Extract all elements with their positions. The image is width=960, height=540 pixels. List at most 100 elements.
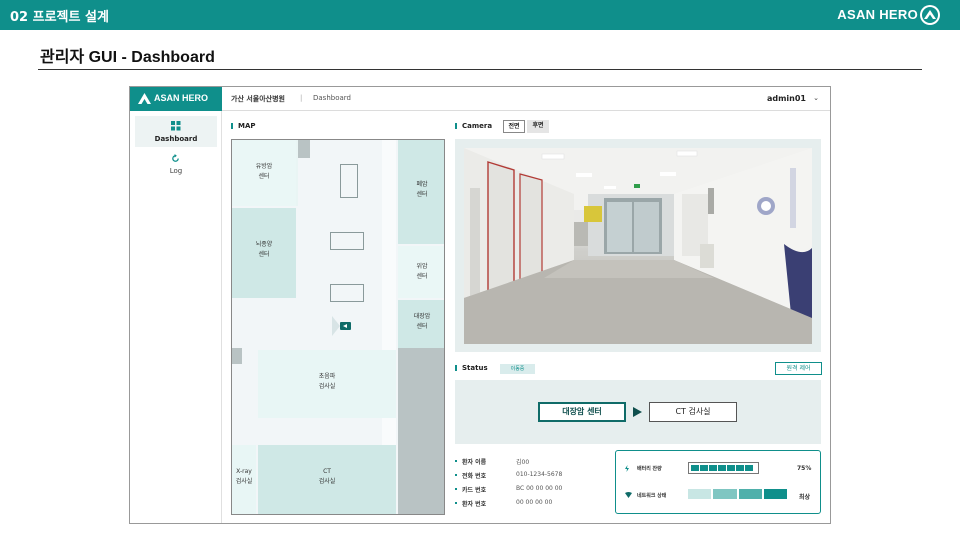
battery-label: 배터리 잔량 [637, 466, 662, 472]
room-breast-cancer[interactable]: 유방암 센터 [232, 140, 296, 206]
battery-fill [691, 465, 753, 471]
battery-segment [700, 465, 708, 471]
furniture-outline [330, 232, 364, 250]
info-key: 환자 번호 [462, 501, 487, 508]
breadcrumb-separator: | [300, 94, 303, 102]
battery-icon [625, 465, 629, 472]
network-icon [625, 492, 632, 498]
app-header: ASAN HERO 가산 서울아산병원 | Dashboard admin01 … [130, 87, 830, 111]
room-label: 검사실 [235, 478, 253, 485]
battery-segment [736, 465, 744, 471]
battery-segment [718, 465, 726, 471]
status-title-text: Status [462, 364, 488, 372]
sidebar-item-label: Dashboard [154, 135, 198, 143]
info-key: 카드 번호 [462, 487, 487, 494]
brand-logo-icon [920, 5, 940, 25]
tab-front[interactable]: 전면 [503, 120, 525, 133]
camera-title-text: Camera [462, 122, 493, 130]
room-label: X-ray [236, 468, 252, 475]
battery-segment [691, 465, 699, 471]
room-label: 위암 [416, 263, 428, 270]
wall-block [296, 140, 310, 158]
map-section-title: MAP [231, 122, 256, 130]
patient-info-row: 환자 번호 00 00 00 00 [455, 499, 605, 509]
room-lung-cancer[interactable]: 폐암 센터 [398, 140, 444, 244]
info-value: BC 00 00 00 00 [516, 485, 563, 492]
patient-info-row: 전화 번호 010-1234-5678 [455, 471, 605, 481]
info-value: 00 00 00 00 [516, 499, 553, 506]
status-section-title: Status [455, 364, 488, 372]
room-label: 센터 [258, 173, 270, 180]
title-divider [38, 69, 922, 70]
battery-segment [709, 465, 717, 471]
room-brain-tumor[interactable]: 뇌종양 센터 [232, 208, 296, 298]
camera-panel [455, 139, 821, 352]
robot-marker-icon[interactable] [340, 322, 351, 330]
room-label: 폐암 [416, 181, 428, 188]
route-panel: 대장암 센터 CT 검사실 [455, 380, 821, 444]
room-label: CT [323, 468, 331, 475]
section-title: 02 프로젝트 설계 [10, 10, 109, 25]
network-segment [738, 489, 762, 499]
network-value: 최상 [799, 494, 811, 501]
map-title-text: MAP [238, 122, 256, 130]
room-label: 센터 [416, 323, 428, 330]
info-value: 김00 [516, 459, 530, 466]
network-segment [688, 489, 712, 499]
patient-info-row: 카드 번호 BC 00 00 00 00 [455, 485, 605, 495]
patient-info-row: 환자 이름 김00 [455, 457, 605, 467]
room-label: 대장암 [413, 313, 431, 320]
room-label: 초음파 [318, 373, 336, 380]
network-label: 네트워크 상태 [637, 493, 667, 499]
refresh-icon[interactable] [171, 154, 180, 163]
room-label: 센터 [416, 191, 428, 198]
user-menu[interactable]: admin01 [767, 94, 806, 103]
app-logo[interactable]: ASAN HERO [130, 87, 222, 111]
camera-section-title: Camera [455, 122, 492, 130]
robot-status-panel: 배터리 잔량 75% 네트워크 상태 최상 [615, 450, 821, 514]
hospital-name: 가산 서울아산병원 [231, 95, 285, 103]
brand-name: ASAN HERO [837, 7, 918, 22]
furniture-outline [340, 164, 358, 198]
sidebar: Dashboard Log [130, 111, 222, 523]
room-ct[interactable]: CT 검사실 [258, 445, 396, 514]
network-strength-bars [688, 489, 787, 499]
network-segment [713, 489, 737, 499]
info-key: 환자 이름 [462, 459, 487, 466]
room-label: 센터 [258, 251, 270, 258]
room-stomach-cancer[interactable]: 위암 센터 [398, 246, 444, 298]
info-key: 전화 번호 [462, 473, 487, 480]
battery-segment [727, 465, 735, 471]
room-label: 검사실 [318, 478, 336, 485]
room-label: 유방암 [255, 163, 273, 170]
battery-bar [688, 462, 759, 474]
route-destination: CT 검사실 [649, 402, 737, 422]
room-label: 뇌종양 [255, 241, 273, 248]
robot-direction-cone [332, 316, 340, 336]
sidebar-item-log[interactable]: Log [130, 167, 222, 175]
furniture-outline [330, 284, 364, 302]
info-value: 010-1234-5678 [516, 471, 563, 478]
room-label: 센터 [416, 273, 428, 280]
logo-text: ASAN HERO [154, 93, 209, 103]
room-colon-cancer[interactable]: 대장암 센터 [398, 300, 444, 348]
battery-segment [745, 465, 753, 471]
slide-header-bar: 02 프로젝트 설계 ASAN HERO [0, 0, 960, 30]
room-ultrasound[interactable]: 초음파 검사실 [258, 350, 396, 418]
floor-map[interactable]: 유방암 센터 뇌종양 센터 폐암 센터 위암 센터 대장암 센터 초음파 검사실… [231, 139, 445, 515]
network-segment [763, 489, 787, 499]
route-origin: 대장암 센터 [538, 402, 626, 422]
room-xray[interactable]: X-ray 검사실 [232, 445, 256, 514]
sidebar-item-dashboard[interactable]: Dashboard [135, 116, 217, 147]
camera-feed-image [464, 148, 812, 344]
tab-rear[interactable]: 후면 [527, 120, 549, 133]
chevron-down-icon[interactable]: ⌄ [813, 94, 819, 102]
breadcrumb[interactable]: Dashboard [313, 94, 351, 102]
slide-title: 관리자 GUI - Dashboard [40, 49, 215, 66]
wall-block [232, 348, 242, 364]
remote-control-button[interactable]: 원격 제어 [775, 362, 822, 375]
room-label: 검사실 [318, 383, 336, 390]
battery-value: 75% [797, 465, 812, 472]
route-arrow-icon [633, 407, 642, 417]
logo-mountain-icon [138, 93, 151, 104]
